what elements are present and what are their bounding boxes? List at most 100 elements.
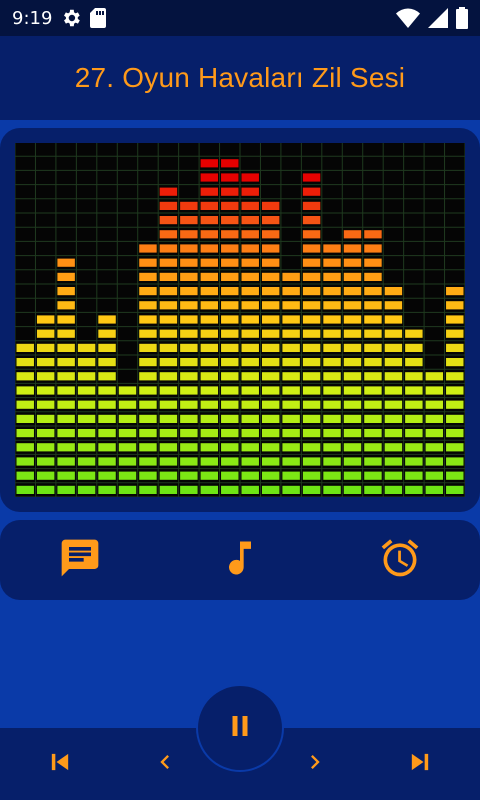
pause-button[interactable] [198,686,282,770]
equalizer-segment [343,287,362,296]
skip-previous-icon [46,748,74,781]
equalizer-segment [405,471,423,480]
alarm-button[interactable] [378,538,422,582]
equalizer-segment [57,287,75,296]
equalizer-segment [57,329,75,338]
equalizer-segment [384,329,403,338]
equalizer-segment [36,471,55,480]
equalizer-segment [36,386,55,395]
skip-next-button[interactable] [406,750,434,778]
equalizer-segment [425,485,444,494]
equalizer-segment [261,315,280,324]
equalizer-display [15,143,465,497]
equalizer-segment [77,343,96,352]
equalizer-segment [261,230,280,239]
equalizer-segment [200,329,219,338]
equalizer-segment [221,329,239,338]
equalizer-segment [200,471,219,480]
equalizer-segment [364,386,382,395]
equalizer-segment [302,173,321,182]
equalizer-segment [261,201,280,210]
equalizer-segment [261,372,280,381]
equalizer-segment [343,230,362,239]
equalizer-segment [16,443,34,452]
ringtone-button[interactable] [218,538,262,582]
equalizer-segment [200,258,219,267]
equalizer-segment [36,443,55,452]
equalizer-segment [200,244,219,253]
equalizer-segment [159,258,178,267]
equalizer-segment [323,272,341,281]
equalizer-segment [261,287,280,296]
equalizer-segment [159,187,178,196]
skip-previous-button[interactable] [46,750,74,778]
equalizer-segment [77,400,96,409]
equalizer-segment [323,400,341,409]
chevron-left-icon [151,748,179,781]
equalizer-segment [16,471,34,480]
equalizer-segment [302,343,321,352]
equalizer-segment [302,329,321,338]
equalizer-svg [15,143,465,497]
equalizer-segment [302,272,321,281]
equalizer-segment [180,358,198,367]
equalizer-segment [364,329,382,338]
equalizer-segment [57,386,75,395]
equalizer-segment [282,372,300,381]
equalizer-segment [57,343,75,352]
equalizer-segment [282,301,300,310]
equalizer-segment [200,187,219,196]
equalizer-segment [57,400,75,409]
equalizer-segment [261,244,280,253]
equalizer-segment [221,372,239,381]
equalizer-segment [302,471,321,480]
equalizer-segment [221,159,239,168]
equalizer-segment [159,386,178,395]
equalizer-segment [139,471,157,480]
equalizer-segment [16,414,34,423]
equalizer-segment [384,372,403,381]
equalizer-segment [384,301,403,310]
equalizer-segment [159,315,178,324]
equalizer-segment [364,301,382,310]
equalizer-segment [180,315,198,324]
equalizer-segment [98,400,116,409]
equalizer-segment [302,372,321,381]
equalizer-segment [57,429,75,438]
equalizer-segment [405,329,423,338]
equalizer-segment [200,400,219,409]
equalizer-segment [364,315,382,324]
equalizer-segment [36,343,55,352]
equalizer-segment [323,485,341,494]
equalizer-segment [221,244,239,253]
equalizer-segment [36,400,55,409]
previous-button[interactable] [151,750,179,778]
equalizer-segment [282,358,300,367]
equalizer-segment [343,372,362,381]
equalizer-segment [323,301,341,310]
equalizer-segment [221,343,239,352]
equalizer-segment [446,400,464,409]
message-button[interactable] [58,538,102,582]
equalizer-segment [159,443,178,452]
equalizer-segment [221,216,239,225]
equalizer-segment [180,272,198,281]
equalizer-segment [180,372,198,381]
equalizer-segment [16,372,34,381]
equalizer-segment [139,343,157,352]
equalizer-segment [77,358,96,367]
equalizer-segment [180,201,198,210]
equalizer-segment [118,400,137,409]
equalizer-segment [364,429,382,438]
equalizer-segment [446,443,464,452]
equalizer-segment [200,201,219,210]
equalizer-segment [323,244,341,253]
equalizer-segment [302,386,321,395]
next-button[interactable] [301,750,329,778]
equalizer-segment [261,258,280,267]
equalizer-segment [446,471,464,480]
equalizer-segment [384,400,403,409]
equalizer-segment [77,485,96,494]
equalizer-segment [200,272,219,281]
equalizer-segment [343,301,362,310]
